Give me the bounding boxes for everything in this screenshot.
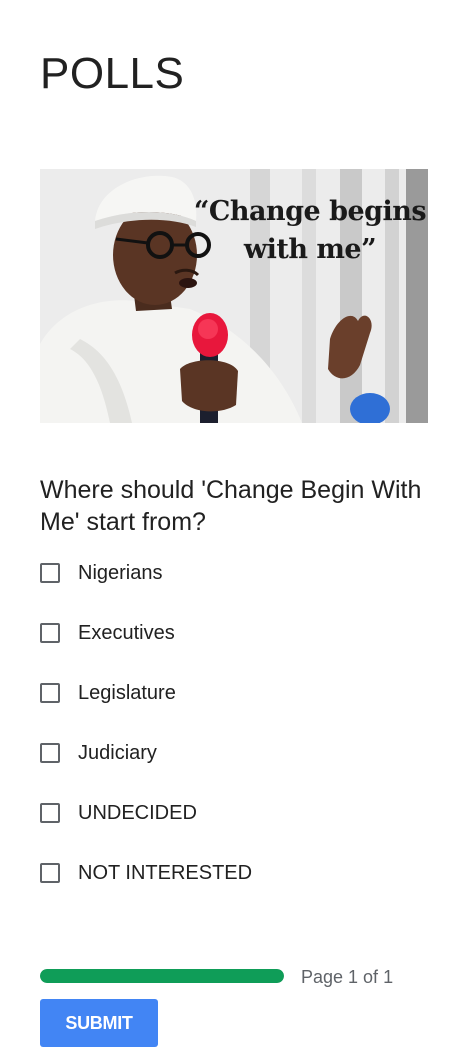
option-executives[interactable]: Executives xyxy=(40,621,252,645)
option-not-interested[interactable]: NOT INTERESTED xyxy=(40,861,252,885)
option-judiciary[interactable]: Judiciary xyxy=(40,741,252,765)
progress-bar xyxy=(40,969,284,983)
option-undecided[interactable]: UNDECIDED xyxy=(40,801,252,825)
options-list: Nigerians Executives Legislature Judicia… xyxy=(40,561,252,921)
option-nigerians[interactable]: Nigerians xyxy=(40,561,252,585)
checkbox[interactable] xyxy=(40,743,60,763)
option-label: Executives xyxy=(78,622,175,644)
question-text: Where should 'Change Begin With Me' star… xyxy=(40,476,422,536)
page-title: POLLS xyxy=(40,49,185,98)
checkbox[interactable] xyxy=(40,863,60,883)
option-label: Judiciary xyxy=(78,742,157,764)
option-label: NOT INTERESTED xyxy=(78,862,253,884)
image-caption: “Change begins with me” xyxy=(193,196,427,265)
checkbox[interactable] xyxy=(40,563,60,583)
page-indicator: Page 1 of 1 xyxy=(301,967,394,987)
option-label: Legislature xyxy=(78,682,176,704)
checkbox[interactable] xyxy=(40,683,60,703)
option-label: Nigerians xyxy=(78,562,163,584)
checkbox[interactable] xyxy=(40,803,60,823)
submit-button[interactable]: SUBMIT xyxy=(40,999,158,1047)
option-label: UNDECIDED xyxy=(78,802,197,824)
option-legislature[interactable]: Legislature xyxy=(40,681,252,705)
poll-header-image: “Change begins with me” xyxy=(40,169,428,423)
checkbox[interactable] xyxy=(40,623,60,643)
progress-bar-fill xyxy=(40,969,284,983)
